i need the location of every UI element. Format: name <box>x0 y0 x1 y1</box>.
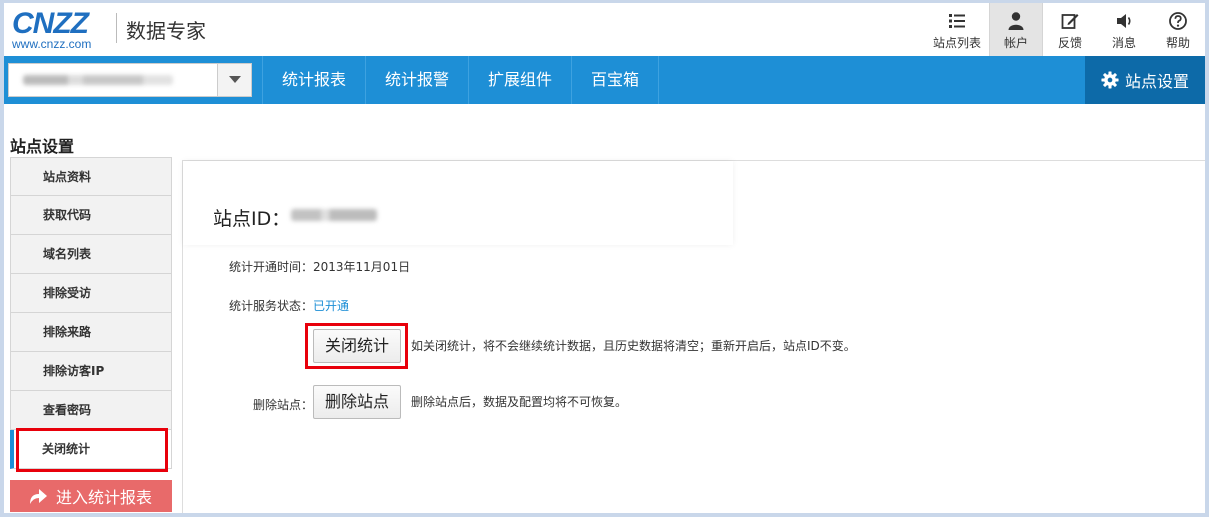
feedback-label: 反馈 <box>1057 36 1082 50</box>
service-status-value: 已开通 <box>313 299 350 313</box>
curved-arrow-icon <box>30 489 47 504</box>
site-id-box: 站点ID： <box>183 161 733 245</box>
app-window: CNZZ www.cnzz.com 数据专家 站点列表 帐户 反馈 消息 帮助 … <box>0 0 1209 517</box>
nav-item-toolbox[interactable]: 百宝箱 <box>572 56 660 104</box>
logo-divider <box>116 13 117 43</box>
app-title: 数据专家 <box>126 19 206 43</box>
sidebar-item-exclude-visited[interactable]: 排除受访 <box>10 274 172 313</box>
list-icon <box>949 14 965 28</box>
site-list-label: 站点列表 <box>932 36 981 50</box>
enter-report-button[interactable]: 进入统计报表 <box>10 480 172 512</box>
cnzz-logo[interactable]: CNZZ www.cnzz.com <box>12 7 108 51</box>
enter-report-label: 进入统计报表 <box>56 488 153 507</box>
main-nav: 统计报表 统计报警 扩展组件 百宝箱 站点设置 <box>4 56 1205 104</box>
help-label: 帮助 <box>1165 36 1190 50</box>
account-label: 帐户 <box>1003 36 1028 50</box>
nav-item-extensions[interactable]: 扩展组件 <box>469 56 573 104</box>
service-status-row: 统计服务状态：已开通 <box>229 297 349 314</box>
top-header: CNZZ www.cnzz.com 数据专家 站点列表 帐户 反馈 消息 帮助 <box>4 3 1205 59</box>
logo-url: www.cnzz.com <box>12 37 92 51</box>
delete-site-label: 删除站点： <box>253 398 314 412</box>
gear-icon <box>1101 71 1119 89</box>
site-id-value <box>291 209 377 221</box>
delete-site-button[interactable]: 删除站点 <box>313 385 402 419</box>
top-icon-bar: 站点列表 帐户 反馈 消息 帮助 <box>925 3 1205 59</box>
account-button[interactable]: 帐户 <box>989 3 1043 59</box>
feedback-button[interactable]: 反馈 <box>1043 3 1097 59</box>
sidebar-item-domain-list[interactable]: 域名列表 <box>10 235 172 274</box>
sidebar-item-exclude-referrer[interactable]: 排除来路 <box>10 313 172 352</box>
settings-sidebar: 站点资料 获取代码 域名列表 排除受访 排除来路 排除访客IP 查看密码 关闭统… <box>10 157 172 469</box>
service-status-label: 统计服务状态： <box>229 299 314 313</box>
nav-item-reports[interactable]: 统计报表 <box>262 56 367 104</box>
open-time-text: 统计开通时间：2013年11月01日 <box>229 260 411 274</box>
sidebar-item-exclude-ip[interactable]: 排除访客IP <box>10 352 172 391</box>
dropdown-arrow[interactable] <box>217 64 251 96</box>
edit-icon <box>1061 14 1079 29</box>
main-panel: 站点ID： 统计开通时间：2013年11月01日 统计服务状态：已开通 关闭统计… <box>182 160 1205 513</box>
sidebar-item-site-info[interactable]: 站点资料 <box>10 157 172 196</box>
help-icon <box>1169 12 1187 30</box>
site-id-label: 站点ID： <box>213 208 291 230</box>
nav-tabs: 统计报表 统计报警 扩展组件 百宝箱 <box>262 56 660 104</box>
sidebar-item-view-password[interactable]: 查看密码 <box>10 391 172 430</box>
messages-button[interactable]: 消息 <box>1097 3 1151 59</box>
site-settings-button[interactable]: 站点设置 <box>1085 56 1205 104</box>
highlight-box-sidebar <box>16 428 168 472</box>
page-title: 站点设置 <box>10 137 75 156</box>
site-settings-label: 站点设置 <box>1124 72 1189 91</box>
site-selector-value <box>23 75 173 85</box>
close-stats-note: 如关闭统计，将不会继续统计数据，且历史数据将清空；重新开启后，站点ID不变。 <box>411 339 856 353</box>
help-button[interactable]: 帮助 <box>1151 3 1205 59</box>
highlight-box-close <box>305 323 408 369</box>
user-icon <box>1008 12 1024 30</box>
logo-text: CNZZ <box>12 7 89 40</box>
chevron-down-icon <box>228 76 241 83</box>
delete-site-note: 删除站点后，数据及配置均将不可恢复。 <box>411 395 628 409</box>
site-selector[interactable] <box>8 63 252 97</box>
speaker-icon <box>1117 14 1131 28</box>
messages-label: 消息 <box>1111 36 1136 50</box>
site-list-button[interactable]: 站点列表 <box>925 3 989 59</box>
nav-item-alerts[interactable]: 统计报警 <box>366 56 470 104</box>
sidebar-item-get-code[interactable]: 获取代码 <box>10 196 172 235</box>
